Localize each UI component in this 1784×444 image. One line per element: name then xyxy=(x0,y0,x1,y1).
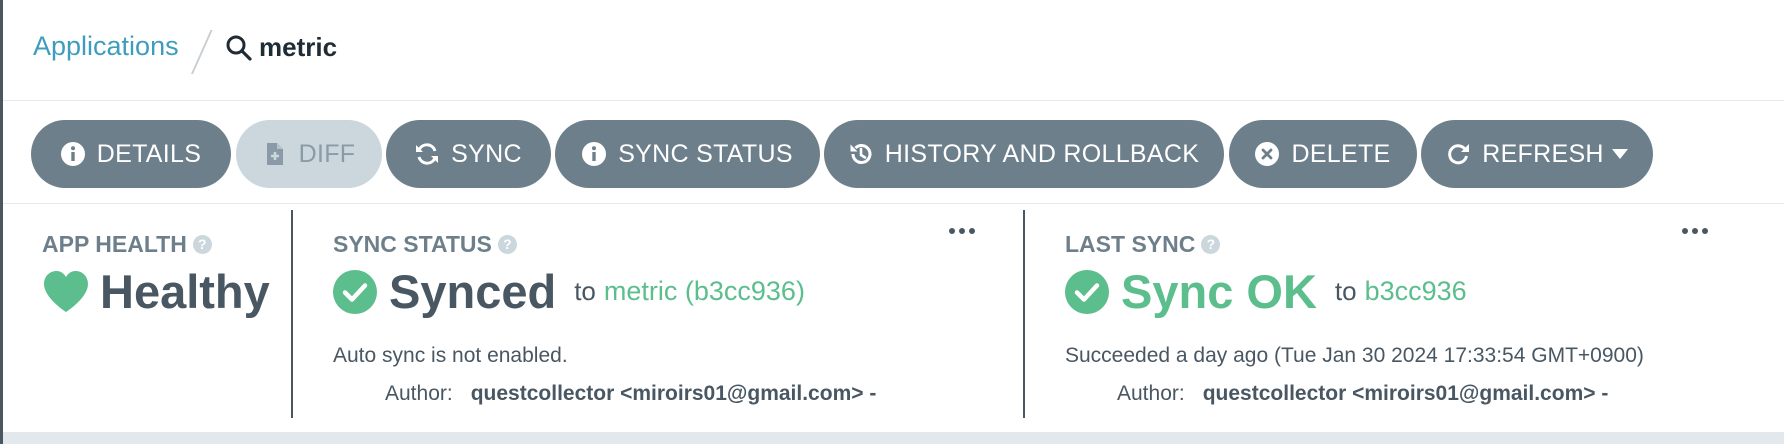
more-options-icon[interactable] xyxy=(949,228,975,234)
breadcrumb-current-app: metric xyxy=(259,32,338,62)
app-health-status: Healthy xyxy=(42,264,270,319)
delete-label: DELETE xyxy=(1291,139,1391,168)
top-bar: Applications metric xyxy=(3,0,1784,101)
refresh-label: REFRESH xyxy=(1482,139,1604,168)
help-icon[interactable]: ? xyxy=(1201,235,1221,254)
diff-button[interactable]: DIFF xyxy=(236,120,382,188)
delete-button[interactable]: DELETE xyxy=(1229,120,1417,188)
last-sync-panel: LAST SYNC ? Sync OK to b3cc936 Succeeded… xyxy=(1025,210,1765,420)
check-circle-icon xyxy=(333,269,377,314)
refresh-button[interactable]: REFRESH xyxy=(1421,120,1653,188)
details-label: DETAILS xyxy=(96,139,202,168)
refresh-icon xyxy=(1448,144,1470,165)
sync-status-panel: SYNC STATUS ? Synced to metric (b3cc936)… xyxy=(293,210,1023,420)
author-value: questcollector <miroirs01@gmail.com> - xyxy=(1202,382,1609,405)
sync-status-title-text: SYNC STATUS xyxy=(333,231,492,257)
breadcrumb-separator xyxy=(191,30,213,74)
search-icon[interactable] xyxy=(225,34,253,62)
heart-icon xyxy=(44,270,88,312)
app-health-status-text: Healthy xyxy=(100,265,270,318)
more-options-icon[interactable] xyxy=(1682,228,1708,234)
app-health-panel: APP HEALTH ? Healthy xyxy=(3,210,291,420)
history-and-rollback-label: HISTORY AND ROLLBACK xyxy=(884,139,1200,168)
auto-sync-note: Auto sync is not enabled. xyxy=(333,344,568,367)
info-icon xyxy=(60,142,85,166)
sync-to-label: to xyxy=(574,276,596,306)
details-button[interactable]: DETAILS xyxy=(31,120,231,188)
sync-arrows-icon xyxy=(416,143,439,165)
help-icon[interactable]: ? xyxy=(497,235,517,254)
app-health-title: APP HEALTH ? xyxy=(42,231,212,258)
chevron-down-icon[interactable] xyxy=(1611,149,1628,159)
author-label: Author: xyxy=(385,382,453,405)
app-toolbar: DETAILS DIFF SYNC SYNC STATUS HISTORY AN… xyxy=(3,101,1784,204)
content-area-edge xyxy=(3,432,1784,444)
info-icon xyxy=(582,142,607,166)
sync-author: Author: questcollector <miroirs01@gmail.c… xyxy=(385,382,876,406)
history-and-rollback-button[interactable]: HISTORY AND ROLLBACK xyxy=(824,120,1224,188)
sync-status-title: SYNC STATUS ? xyxy=(333,231,517,258)
last-sync-value: Sync OK to b3cc936 xyxy=(1065,264,1467,319)
sync-status-label: SYNC STATUS xyxy=(618,139,793,168)
file-diff-icon xyxy=(266,143,283,165)
author-value: questcollector <miroirs01@gmail.com> - xyxy=(470,382,877,405)
last-sync-revision-link[interactable]: b3cc936 xyxy=(1365,276,1467,307)
app-health-title-text: APP HEALTH xyxy=(42,231,187,257)
sync-status-button[interactable]: SYNC STATUS xyxy=(555,120,820,188)
last-sync-time: Succeeded a day ago (Tue Jan 30 2024 17:… xyxy=(1065,344,1644,367)
sync-target-revision-link[interactable]: metric (b3cc936) xyxy=(604,276,805,307)
last-sync-author: Author: questcollector <miroirs01@gmail.c… xyxy=(1117,382,1608,406)
sync-status-value: Synced to metric (b3cc936) xyxy=(333,264,805,319)
last-sync-status-text: Sync OK xyxy=(1121,265,1317,318)
sync-status-text: Synced xyxy=(389,265,557,318)
sync-label: SYNC xyxy=(451,139,522,168)
last-sync-to-label: to xyxy=(1334,276,1357,306)
last-sync-title: LAST SYNC ? xyxy=(1065,231,1221,258)
diff-label: DIFF xyxy=(298,139,356,168)
last-sync-title-text: LAST SYNC xyxy=(1065,231,1196,257)
history-icon xyxy=(850,144,872,164)
sync-button[interactable]: SYNC xyxy=(386,120,551,188)
check-circle-icon xyxy=(1065,269,1109,314)
close-circle-icon xyxy=(1255,142,1280,166)
breadcrumb-applications-link[interactable]: Applications xyxy=(33,31,179,62)
author-label: Author: xyxy=(1117,382,1185,405)
help-icon[interactable]: ? xyxy=(192,235,212,254)
